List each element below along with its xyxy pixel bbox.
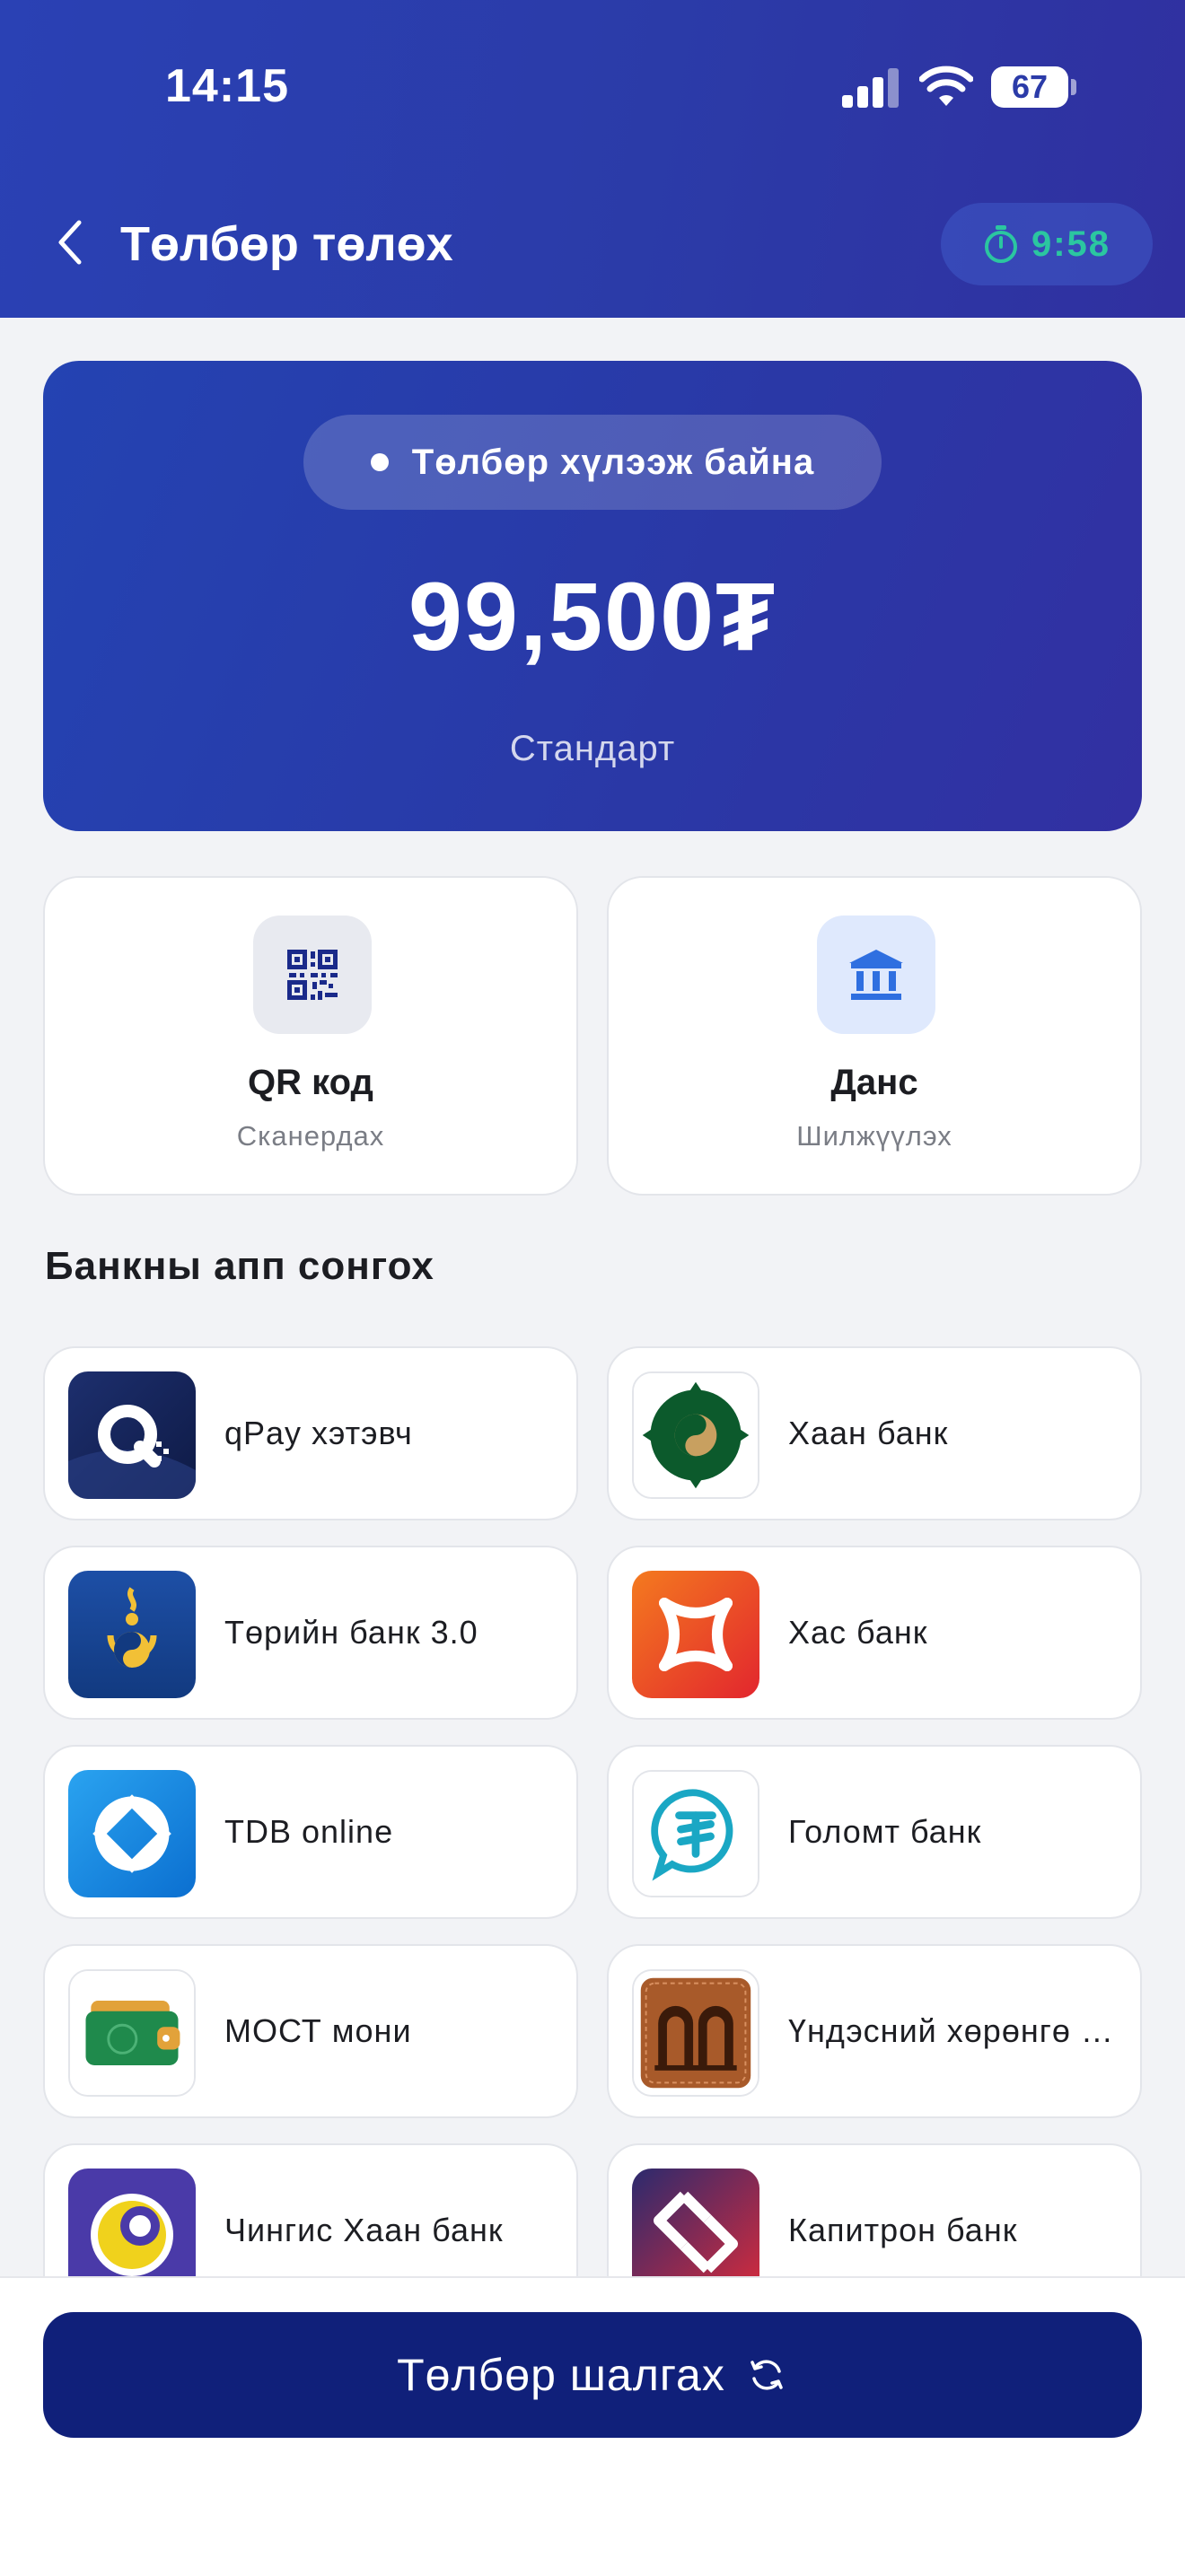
stopwatch-icon [984,225,1017,263]
bank-name: Хаан банк [788,1415,949,1451]
bank-transfer-option[interactable]: Данс Шилжүүлэх [607,876,1142,1196]
bank-item-golomt[interactable]: Голомт банк [607,1745,1142,1919]
check-payment-button[interactable]: Төлбөр шалгах [43,2312,1142,2438]
tdb-logo-icon [68,1770,196,1897]
xac-bank-logo-icon [632,1571,759,1698]
bank-item-qpay[interactable]: qPay хэтэвч [43,1346,578,1520]
golomt-bank-logo-icon [632,1770,759,1897]
check-payment-label: Төлбөр шалгах [397,2350,725,2400]
bank-transfer-label: Данс [830,1063,918,1102]
wifi-icon [919,66,973,106]
state-bank-logo-icon [68,1571,196,1698]
payment-amount: 99,500₮ [408,562,777,670]
battery-tip [1071,79,1076,95]
countdown-timer: 9:58 [941,203,1153,285]
header: 14:15 67 Төлбөр төлөх 9:58 [0,0,1185,318]
bank-name: qPay хэтэвч [224,1415,413,1451]
qr-code-sublabel: Сканердах [236,1120,385,1152]
refresh-icon [750,2360,783,2390]
payment-status-text: Төлбөр хүлээж байна [411,442,815,482]
wallet-logo-icon [68,1969,196,2097]
payment-status-badge: Төлбөр хүлээж байна [303,415,882,510]
payment-summary-card: Төлбөр хүлээж байна 99,500₮ Стандарт [43,361,1142,831]
bank-item-national-investment[interactable]: Үндэсний хөрөнгө оруулалтын банк [607,1944,1142,2118]
page-title: Төлбөр төлөх [120,217,453,271]
bank-name: МОСТ мони [224,2012,412,2049]
status-dot [370,453,389,471]
bank-name: Хас банк [788,1614,928,1651]
bank-item-most-money[interactable]: МОСТ мони [43,1944,578,2118]
bank-section-title: Банкны апп сонгох [45,1244,434,1288]
qr-code-label: QR код [248,1063,373,1102]
plan-name: Стандарт [509,729,676,768]
bank-item-state-bank[interactable]: Төрийн банк 3.0 [43,1546,578,1720]
timer-value: 9:58 [1031,223,1111,264]
cellular-signal-icon [842,68,899,108]
bank-name: Голомт банк [788,1813,982,1850]
bank-building-icon [817,916,935,1034]
bank-item-tdb[interactable]: TDB online [43,1745,578,1919]
bank-name: Төрийн банк 3.0 [224,1614,478,1651]
qpay-logo-icon [68,1371,196,1499]
bank-item-khan[interactable]: Хаан банк [607,1346,1142,1520]
back-button[interactable] [45,215,99,269]
bottom-action-bar: Төлбөр шалгах [0,2276,1185,2576]
bank-transfer-sublabel: Шилжүүлэх [796,1120,952,1152]
battery-indicator: 67 [991,66,1068,108]
qr-code-icon [253,916,372,1034]
national-investment-bank-logo-icon [632,1969,759,2097]
bank-name: TDB online [224,1813,394,1850]
bank-name: Үндэсний хөрөнгө оруулалтын банк [788,2012,1122,2049]
qr-code-option[interactable]: QR код Сканердах [43,876,578,1196]
status-time: 14:15 [165,60,289,112]
khan-bank-logo-icon [632,1371,759,1499]
bank-item-xac[interactable]: Хас банк [607,1546,1142,1720]
